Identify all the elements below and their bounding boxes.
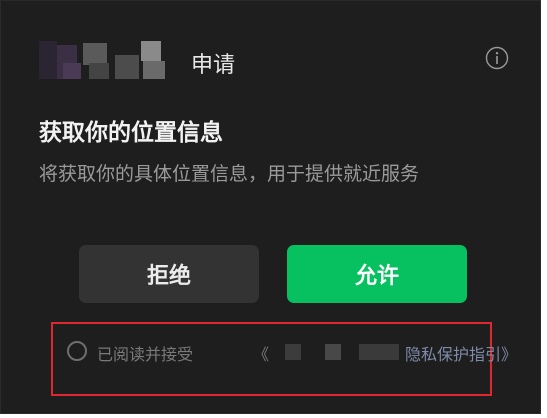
privacy-policy-link[interactable]: 《 隐私保护指引》 bbox=[253, 341, 543, 365]
policy-title: 隐私保护指引》 bbox=[405, 345, 518, 364]
allow-button[interactable]: 允许 bbox=[287, 245, 467, 303]
agreement-radio[interactable] bbox=[67, 341, 87, 361]
agreement-prefix: 已阅读并接受 bbox=[97, 345, 194, 364]
reject-button[interactable]: 拒绝 bbox=[79, 245, 259, 303]
redacted-app-name bbox=[267, 342, 407, 362]
header-title: 申请 bbox=[191, 53, 236, 78]
agreement-row: 已阅读并接受 《 隐私保护指引》 bbox=[67, 341, 517, 365]
permission-dialog: 申请 获取你的位置信息 将获取你的具体位置信息，用于提供就近服务 拒绝 允许 已… bbox=[0, 0, 541, 414]
redacted-app-logo bbox=[39, 41, 167, 81]
dialog-header: 申请 bbox=[39, 39, 509, 83]
request-description: 将获取你的具体位置信息，用于提供就近服务 bbox=[39, 163, 420, 185]
info-icon[interactable] bbox=[485, 46, 509, 70]
request-title: 获取你的位置信息 bbox=[39, 120, 223, 146]
